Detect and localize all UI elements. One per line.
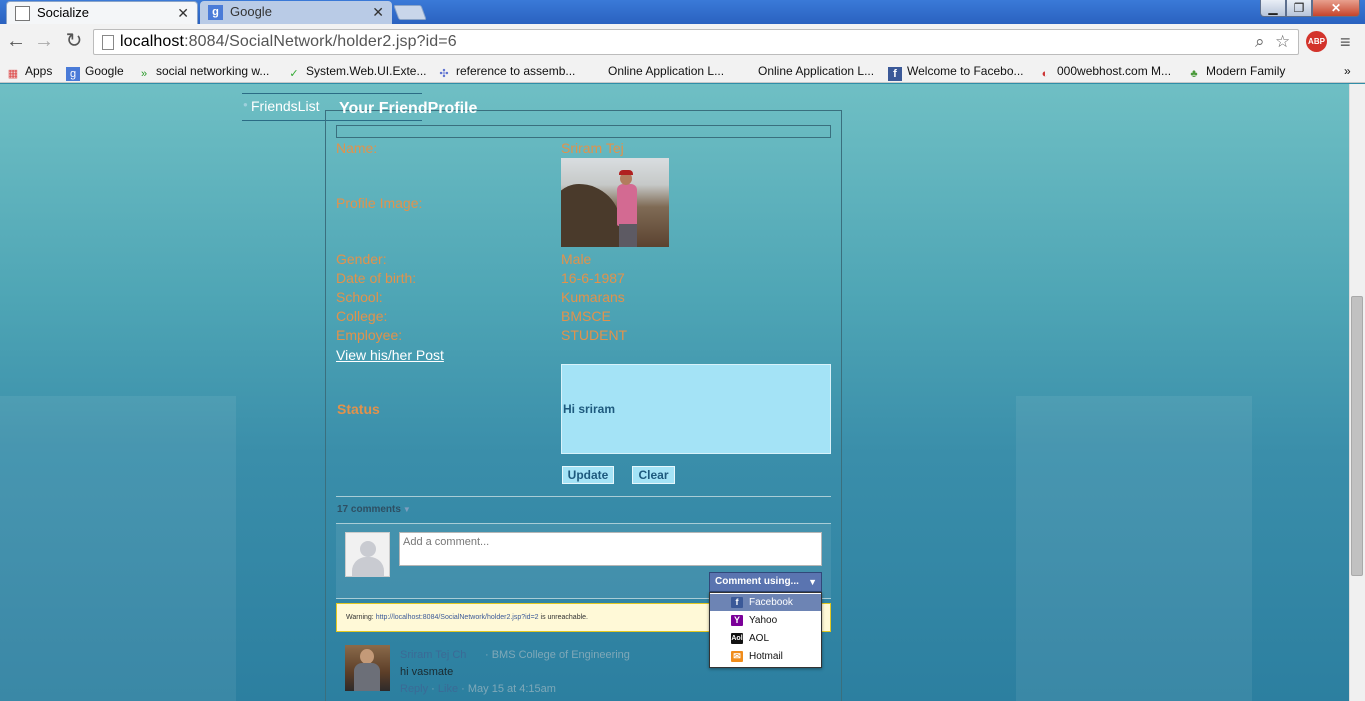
maximize-button[interactable]: ❐: [1286, 0, 1312, 17]
socialize-favicon: [15, 6, 30, 21]
minimize-button[interactable]: ▁: [1260, 0, 1286, 17]
new-tab-button[interactable]: [393, 5, 427, 20]
avatar: [345, 532, 390, 577]
bookmark-apps[interactable]: ▦ Apps: [6, 61, 53, 81]
bookmark-online-app-2[interactable]: Online Application L...: [758, 61, 874, 81]
right-decor-panel: [1016, 396, 1252, 701]
divider: [336, 496, 831, 497]
address-url: localhost:8084/SocialNetwork/holder2.jsp…: [120, 33, 457, 50]
view-post-link[interactable]: View his/her Post: [336, 347, 444, 363]
bookmarks-bar: ▦ Apps g Google » social networking w... ✓ S…: [0, 59, 1365, 83]
comment-input[interactable]: Add a comment...: [399, 532, 822, 566]
bookmark-000webhost[interactable]: ◐ 000webhost.com M...: [1038, 61, 1171, 81]
top-empty-box: [336, 125, 831, 138]
hotmail-icon: ✉: [731, 651, 743, 662]
caret-down-icon: ▼: [402, 505, 411, 514]
commenter-avatar[interactable]: [345, 645, 390, 691]
forward-arrow-icon[interactable]: →: [33, 30, 55, 52]
comment-meta: Reply · Like · May 15 at 4:15am: [400, 683, 556, 695]
clear-button[interactable]: Clear: [632, 466, 675, 484]
provider-hotmail[interactable]: ✉ Hotmail: [710, 648, 821, 665]
value-name: Sriram Tej: [561, 140, 624, 156]
tab-title: Socialize: [37, 5, 90, 20]
status-textarea[interactable]: Hi sriram: [561, 364, 831, 454]
left-decor-panel: [0, 396, 236, 701]
page-viewport: ● FriendsList Your FriendProfile Name: S…: [0, 84, 1349, 701]
value-college: BMSCE: [561, 308, 611, 324]
value-gender: Male: [561, 251, 592, 267]
checkmark-icon: ✓: [289, 68, 299, 80]
bookmark-social-networking[interactable]: » social networking w...: [137, 61, 269, 81]
bookmark-google[interactable]: g Google: [66, 61, 124, 81]
browser-titlebar: Socialize ✕ g Google ✕ ▁ ❐ ✕: [0, 0, 1365, 24]
bookmark-reference[interactable]: ✣ reference to assemb...: [437, 61, 575, 81]
facebook-icon: f: [731, 597, 743, 608]
reply-link[interactable]: Reply: [400, 683, 428, 695]
apps-grid-icon: ▦: [7, 68, 19, 80]
back-arrow-icon[interactable]: ←: [5, 30, 27, 52]
google-favicon: g: [208, 5, 223, 20]
provider-aol[interactable]: Aol AOL: [710, 630, 821, 647]
comment-provider-dropdown: f Facebook Y Yahoo Aol AOL ✉ Hotmail: [709, 592, 822, 668]
status-text: Hi sriram: [563, 402, 616, 416]
bookmark-facebook[interactable]: f Welcome to Facebo...: [888, 61, 1024, 81]
address-bar[interactable]: localhost:8084/SocialNetwork/holder2.jsp…: [93, 29, 1299, 55]
commenter-org: · BMS College of Engineering: [485, 649, 630, 661]
profile-photo: [561, 158, 669, 247]
aol-icon: Aol: [731, 633, 743, 644]
tab-socialize[interactable]: Socialize ✕: [6, 1, 198, 24]
close-icon[interactable]: ✕: [177, 2, 189, 24]
commenter-name[interactable]: Sriram Tej Ch: [400, 649, 466, 661]
value-dob: 16-6-1987: [561, 270, 625, 286]
label-employee: Employee:: [336, 327, 403, 343]
chevron-down-icon: ▼: [808, 577, 817, 587]
star-bookmark-icon[interactable]: ☆: [1275, 32, 1290, 52]
label-name: Name:: [336, 140, 378, 156]
tab-google[interactable]: g Google ✕: [200, 1, 392, 24]
bookmark-modern-family[interactable]: ♣ Modern Family: [1187, 61, 1285, 81]
green-arrow-icon: »: [140, 68, 148, 80]
yahoo-icon: Y: [731, 615, 743, 626]
comment-using-button[interactable]: Comment using... ▼: [709, 572, 822, 592]
provider-facebook[interactable]: f Facebook: [710, 594, 821, 611]
window-close-button[interactable]: ✕: [1312, 0, 1360, 17]
zoom-search-icon[interactable]: ⌕: [1255, 32, 1265, 52]
bookmarks-overflow-chevron[interactable]: »: [1344, 61, 1351, 81]
label-profile-image: Profile Image:: [336, 195, 423, 211]
value-employee: STUDENT: [561, 327, 628, 343]
value-school: Kumarans: [561, 289, 625, 305]
bookmark-online-app-1[interactable]: Online Application L...: [608, 61, 724, 81]
page-icon: [102, 35, 114, 50]
visual-studio-icon: ✣: [439, 68, 449, 80]
provider-yahoo[interactable]: Y Yahoo: [710, 612, 821, 629]
close-icon[interactable]: ✕: [372, 1, 384, 23]
comments-count[interactable]: 17 comments ▼: [337, 504, 411, 515]
warning-link[interactable]: http://localhost:8084/SocialNetwork/hold…: [376, 614, 539, 621]
reload-icon[interactable]: ↻: [63, 30, 85, 52]
scrollbar-thumb[interactable]: [1351, 296, 1363, 576]
profile-legend: Your FriendProfile: [339, 100, 478, 117]
update-button[interactable]: Update: [562, 466, 614, 484]
menu-icon[interactable]: ≡: [1340, 32, 1351, 53]
label-gender: Gender:: [336, 251, 387, 267]
bullet-icon: ●: [243, 100, 248, 109]
status-label: Status: [337, 401, 380, 417]
webhost-icon: ◐: [1041, 68, 1049, 80]
comment-text: hi vasmate: [400, 666, 454, 678]
facebook-icon: f: [888, 67, 902, 81]
google-icon: g: [66, 67, 80, 81]
bookmark-system-web[interactable]: ✓ System.Web.UI.Exte...: [287, 61, 426, 81]
label-college: College:: [336, 308, 388, 324]
tab-title: Google: [230, 4, 272, 19]
like-link[interactable]: Like: [438, 683, 458, 695]
label-dob: Date of birth:: [336, 270, 417, 286]
label-school: School:: [336, 289, 383, 305]
adblock-icon[interactable]: ABP: [1306, 31, 1327, 52]
tree-icon: ♣: [1190, 68, 1198, 80]
